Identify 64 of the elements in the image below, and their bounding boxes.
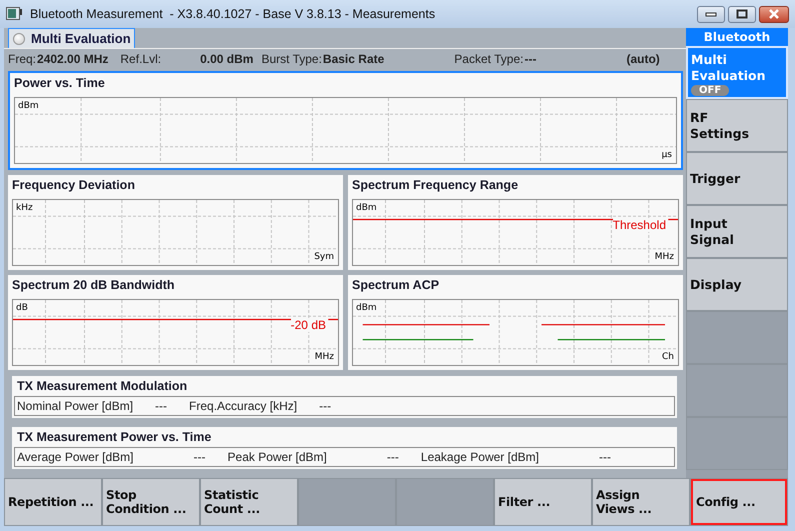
result-value: --- [386, 450, 399, 464]
result-label: Average Power [dBm] [17, 450, 134, 464]
softkey[interactable]: Trigger [686, 152, 788, 205]
info-label: Freq: [8, 52, 36, 66]
diagram-title: Spectrum Frequency Range [352, 178, 520, 194]
x-axis-unit: µs [662, 150, 672, 160]
hotkey-button[interactable]: Statistic Count ... [200, 478, 298, 526]
info-value: (auto) [626, 52, 660, 66]
maximize-button[interactable] [728, 6, 756, 22]
maximize-icon [736, 9, 748, 19]
hotkey-button[interactable]: Filter ... [494, 478, 592, 526]
diagram-panel[interactable]: Spectrum Frequency Range dBm Threshold MHz [348, 175, 683, 270]
close-button[interactable] [759, 6, 789, 22]
x-axis-unit: Ch [662, 352, 674, 362]
info-value: Basic Rate [322, 52, 384, 66]
diagram-title: Spectrum 20 dB Bandwidth [12, 278, 176, 294]
result-value: --- [194, 450, 206, 464]
result-label: Peak Power [dBm] [228, 450, 327, 464]
hotkey-button[interactable]: Stop Condition ... [102, 478, 200, 526]
info-value: --- [524, 52, 536, 66]
close-icon [768, 9, 780, 19]
y-axis-unit: kHz [16, 203, 33, 213]
info-label: Ref.Lvl: [120, 52, 162, 66]
diagram-panel[interactable]: Spectrum 20 dB Bandwidth dB -20 dB MHz [8, 275, 343, 370]
hotkey-button[interactable]: Repetition ... [4, 478, 102, 526]
y-axis-unit: dBm [18, 101, 39, 111]
result-label: Nominal Power [dBm] [17, 399, 134, 413]
marker-label: -20 dB [290, 318, 326, 332]
status-led-icon [13, 32, 25, 44]
result-title: TX Measurement Modulation [16, 378, 188, 395]
hotkey-button[interactable]: Config ... [690, 478, 788, 526]
measurement-tab[interactable]: Multi Evaluation [8, 28, 135, 48]
window-title: Bluetooth Measurement - X3.8.40.1027 - Base V 3.8.13 - Measurements [30, 7, 436, 21]
result-value: --- [155, 399, 168, 413]
softkey-header: Bluetooth [686, 28, 788, 46]
app-icon [6, 7, 22, 21]
info-label: Burst Type: [261, 52, 322, 66]
result-label: Leakage Power [dBm] [420, 450, 539, 464]
softkey[interactable]: Multi Evaluation OFF [686, 46, 788, 99]
softkey[interactable]: RF Settings [686, 99, 788, 152]
x-axis-unit: MHz [314, 352, 334, 362]
diagram-panel[interactable]: Spectrum ACP dBm Ch [348, 275, 683, 370]
softkey[interactable]: Display [686, 258, 788, 311]
x-axis-unit: MHz [654, 252, 674, 262]
info-label: Packet Type: [454, 52, 524, 66]
x-axis-unit: Sym [314, 252, 334, 262]
marker-label: Threshold [612, 218, 666, 232]
minimize-icon [705, 11, 717, 17]
result-title: TX Measurement Power vs. Time [16, 429, 212, 446]
minimize-button[interactable] [697, 6, 725, 22]
info-value: 0.00 dBm [200, 52, 254, 66]
diagram-title: Power vs. Time [14, 76, 106, 92]
diagram-title: Frequency Deviation [12, 178, 136, 194]
result-value: --- [598, 450, 611, 464]
result-value: --- [319, 399, 332, 413]
hotkey-button[interactable]: Assign Views ... [592, 478, 690, 526]
state-badge: OFF [691, 85, 730, 96]
result-label: Freq.Accuracy [kHz] [189, 399, 298, 413]
y-axis-unit: dBm [356, 303, 377, 313]
softkey[interactable]: Input Signal [686, 205, 788, 258]
y-axis-unit: dBm [356, 203, 377, 213]
y-axis-unit: dB [16, 303, 28, 313]
info-value: 2402.00 MHz [37, 52, 108, 66]
diagram-title: Spectrum ACP [352, 278, 440, 294]
